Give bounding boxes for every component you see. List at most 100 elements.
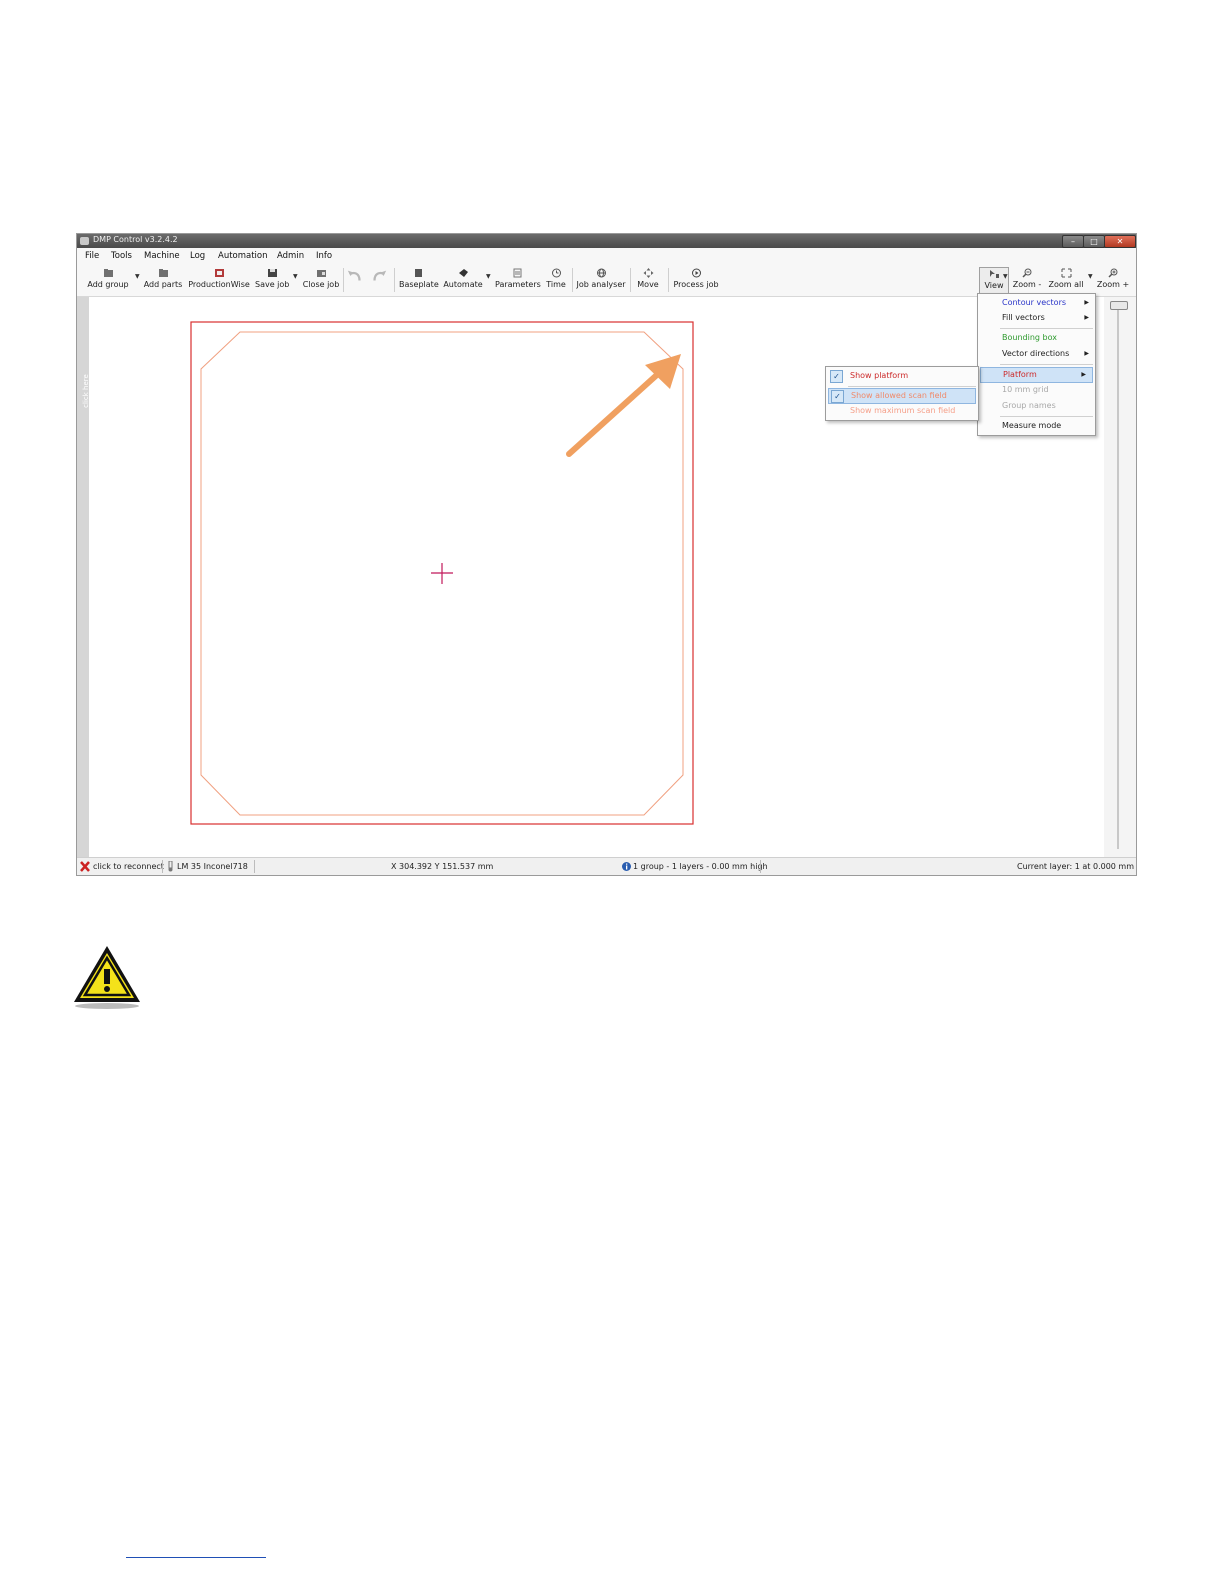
menu-log[interactable]: Log: [190, 251, 205, 261]
parameters-icon: [513, 268, 521, 278]
footnote-rule: [126, 1557, 266, 1558]
automate-icon: [458, 269, 468, 277]
app-icon: [80, 237, 89, 245]
menu-item-platform[interactable]: Platform ▶: [980, 367, 1093, 383]
toolbar-separator: [572, 268, 573, 292]
add-group-caret-icon[interactable]: ▼: [135, 273, 140, 280]
time-button[interactable]: Time: [543, 267, 569, 293]
submenu-arrow-icon: ▶: [1081, 371, 1086, 378]
play-circle-icon: [691, 268, 701, 278]
menu-item-group-names[interactable]: Group names: [978, 399, 1095, 413]
view-caret-icon[interactable]: ▼: [1003, 273, 1008, 280]
view-menu: Contour vectors ▶ Fill vectors ▶ Bounding …: [977, 293, 1096, 436]
zoom-out-icon: [1021, 268, 1031, 278]
cursor-coordinates: X 304.392 Y 151.537 mm: [391, 862, 494, 871]
warning-icon: [74, 946, 140, 1009]
clock-icon: [551, 268, 561, 278]
menu-item-10mm-grid[interactable]: 10 mm grid: [978, 383, 1095, 397]
status-separator: [254, 860, 255, 873]
add-group-button[interactable]: Add group: [86, 267, 130, 293]
menu-item-show-platform[interactable]: ✓ Show platform: [826, 369, 978, 383]
close-job-button[interactable]: Close job: [302, 267, 340, 293]
zoom-out-button[interactable]: Zoom -: [1011, 267, 1043, 293]
connection-status[interactable]: click to reconnect: [93, 862, 164, 871]
info-icon: [622, 862, 631, 871]
menu-bar: File Tools Machine Log Automation Admin …: [77, 248, 1136, 264]
menu-file[interactable]: File: [85, 251, 99, 261]
zoom-slider-thumb[interactable]: [1110, 301, 1128, 310]
menu-item-measure-mode[interactable]: Measure mode: [978, 419, 1095, 433]
toolbar-separator: [630, 268, 631, 292]
menu-info[interactable]: Info: [316, 251, 332, 261]
menu-item-contour-vectors[interactable]: Contour vectors ▶: [978, 296, 1095, 310]
zoom-in-icon: [1107, 268, 1117, 278]
add-parts-button[interactable]: Add parts: [143, 267, 183, 293]
undo-icon: [347, 270, 361, 281]
menu-item-vector-directions[interactable]: Vector directions ▶: [978, 347, 1095, 361]
zoom-all-caret-icon[interactable]: ▼: [1088, 273, 1093, 280]
redo-button[interactable]: [369, 267, 389, 293]
move-arrows-icon: [643, 268, 653, 278]
zoom-slider-track[interactable]: [1117, 304, 1119, 849]
left-side-strip[interactable]: click here: [77, 297, 90, 857]
status-separator: [760, 860, 761, 873]
automate-caret-icon[interactable]: ▼: [486, 273, 491, 280]
view-button[interactable]: View: [979, 267, 1009, 295]
menu-machine[interactable]: Machine: [144, 251, 180, 261]
menu-admin[interactable]: Admin: [277, 251, 304, 261]
minimize-button[interactable]: –: [1062, 235, 1084, 248]
menu-item-fill-vectors[interactable]: Fill vectors ▶: [978, 311, 1095, 325]
menu-separator: [1000, 416, 1093, 417]
close-folder-icon: [316, 270, 326, 277]
job-analyser-button[interactable]: Job analyser: [576, 267, 626, 293]
save-job-caret-icon[interactable]: ▼: [293, 273, 298, 280]
productionwise-icon: [214, 269, 224, 277]
close-button[interactable]: ✕: [1104, 235, 1136, 248]
move-button[interactable]: Move: [634, 267, 662, 293]
globe-icon: [596, 268, 606, 278]
zoom-in-button[interactable]: Zoom +: [1096, 267, 1130, 293]
folder-parts-icon: [158, 269, 168, 277]
redo-icon: [373, 270, 387, 281]
baseplate-icon: [414, 269, 422, 277]
menu-separator: [848, 386, 976, 387]
menu-tools[interactable]: Tools: [111, 251, 132, 261]
checkmark-icon: ✓: [830, 370, 843, 383]
submenu-arrow-icon: ▶: [1084, 299, 1089, 306]
checkmark-icon: ✓: [831, 390, 844, 403]
thermometer-icon: [168, 861, 173, 872]
menu-separator: [1000, 328, 1093, 329]
zoom-all-button[interactable]: Zoom all: [1047, 267, 1085, 293]
folder-add-icon: [103, 269, 113, 277]
menu-automation[interactable]: Automation: [218, 251, 268, 261]
annotation-arrow-icon: [566, 354, 681, 457]
toolbar-separator: [394, 268, 395, 292]
machine-material: LM 35 Inconel718: [177, 862, 248, 871]
window-title: DMP Control v3.2.4.2: [93, 235, 178, 244]
toolbar-separator: [668, 268, 669, 292]
submenu-arrow-icon: ▶: [1084, 314, 1089, 321]
process-job-button[interactable]: Process job: [671, 267, 721, 293]
zoom-all-icon: [1061, 268, 1071, 278]
status-bar: click to reconnect LM 35 Inconel718 X 30…: [77, 857, 1136, 875]
menu-item-show-allowed-scan-field[interactable]: ✓ Show allowed scan field: [828, 388, 976, 404]
toolbar-separator: [343, 268, 344, 292]
status-separator: [162, 860, 163, 873]
platform-submenu: ✓ Show platform ✓ Show allowed scan fiel…: [825, 366, 979, 421]
maximize-button[interactable]: □: [1083, 235, 1105, 248]
menu-separator: [1000, 364, 1093, 365]
menu-item-bounding-box[interactable]: Bounding box: [978, 331, 1095, 345]
productionwise-button[interactable]: ProductionWise: [188, 267, 250, 293]
zoom-slider-panel: [1104, 297, 1136, 857]
automate-button[interactable]: Automate: [443, 267, 483, 293]
save-job-button[interactable]: Save job: [255, 267, 289, 293]
disconnected-icon[interactable]: [80, 861, 90, 872]
center-cross-icon: [431, 563, 453, 584]
job-info: 1 group - 1 layers - 0.00 mm high: [633, 862, 768, 871]
menu-item-show-maximum-scan-field[interactable]: Show maximum scan field: [826, 404, 978, 418]
undo-button[interactable]: [345, 267, 365, 293]
baseplate-button[interactable]: Baseplate: [399, 267, 439, 293]
parameters-button[interactable]: Parameters: [495, 267, 541, 293]
current-layer: Current layer: 1 at 0.000 mm: [1017, 862, 1135, 871]
title-bar: DMP Control v3.2.4.2 – □ ✕: [77, 234, 1136, 248]
